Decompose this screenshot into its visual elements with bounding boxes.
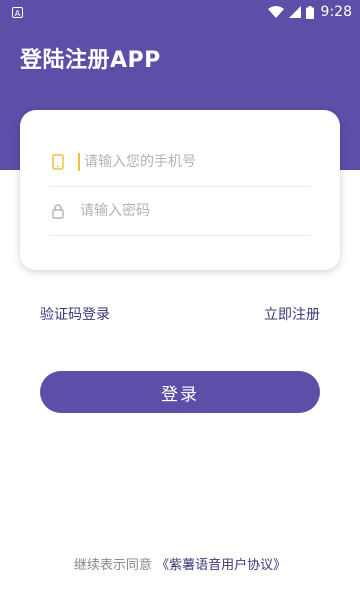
agreement-prefix: 继续表示同意 xyxy=(73,558,152,573)
signal-icon xyxy=(288,6,301,18)
text-caret xyxy=(78,153,80,171)
page-title: 登陆注册APP xyxy=(20,48,161,73)
sms-login-link[interactable]: 验证码登录 xyxy=(40,304,110,324)
status-time: 9:28 xyxy=(320,4,352,20)
agreement-link[interactable]: 《紫薯语音用户协议》 xyxy=(156,558,286,573)
register-link[interactable]: 立即注册 xyxy=(264,304,320,324)
phone-field xyxy=(50,138,310,187)
status-left: A xyxy=(8,6,23,18)
login-card xyxy=(20,110,340,270)
status-bar: A 9:28 xyxy=(0,0,360,24)
lock-icon xyxy=(50,203,66,219)
login-button[interactable]: 登录 xyxy=(40,371,320,413)
phone-input[interactable] xyxy=(82,153,306,171)
wifi-icon xyxy=(267,6,284,18)
password-field xyxy=(50,187,310,236)
agreement-text: 继续表示同意 《紫薯语音用户协议》 xyxy=(0,554,360,573)
battery-icon xyxy=(305,5,314,19)
links-row: 验证码登录 立即注册 xyxy=(40,304,320,324)
status-right: 9:28 xyxy=(267,4,352,20)
app-notification-icon: A xyxy=(12,6,23,18)
password-input[interactable] xyxy=(78,202,302,220)
phone-icon xyxy=(50,154,66,170)
